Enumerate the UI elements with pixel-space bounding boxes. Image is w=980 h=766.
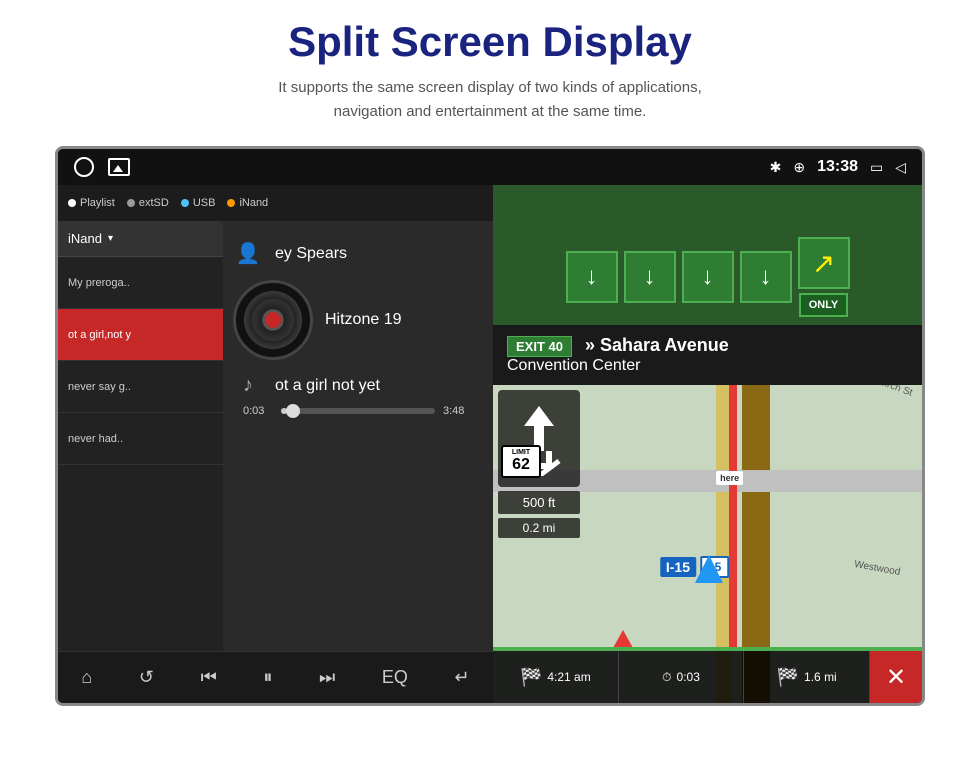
window-icon: ▭	[870, 159, 883, 176]
distance-0-2: 0.2 mi	[498, 518, 580, 538]
sign-only-box: ONLY	[799, 293, 849, 317]
dot-usb	[181, 199, 189, 207]
left-body: iNand ▾ My preroga.. ot a girl,not y	[58, 221, 493, 651]
exit-text: EXIT 40 » Sahara Avenue	[507, 335, 908, 357]
page-wrapper: Split Screen Display It supports the sam…	[0, 0, 980, 766]
diagonal-arrow-icon: ↗	[812, 247, 835, 280]
dropdown-arrow-icon: ▾	[108, 233, 113, 244]
home-button[interactable]: ⌂	[73, 663, 100, 692]
nav-bottom-bar: 🏁 4:21 am ⏱ 0:03 🏁 1.6 mi ✕	[493, 651, 922, 703]
controls-bar: ⌂ ↺ ⏮ ⏸ ⏭ EQ ↵	[58, 651, 493, 703]
source-bar: Playlist extSD USB iNand	[58, 185, 493, 221]
dot-inand	[227, 199, 235, 207]
exit-number: EXIT 40	[507, 336, 572, 357]
status-time: 13:38	[817, 158, 858, 176]
progress-area: 0:03 3:48	[233, 405, 483, 417]
flag2-icon: 🏁	[777, 667, 799, 688]
distance-box: 500 ft	[498, 491, 580, 514]
exit-subname: Convention Center	[507, 357, 908, 375]
artist-name: ey Spears	[275, 245, 347, 263]
music-player: 👤 ey Spears Hitzone 19	[223, 221, 493, 651]
dot-extsd	[127, 199, 135, 207]
sign-arrow-down-1: ↓	[566, 251, 618, 303]
clock-icon: ⏱	[662, 670, 671, 685]
sign-arrow-diagonal: ↗	[798, 237, 850, 289]
right-panel: Birch St Westwood here ↓ ↓ ↓ ↓	[493, 185, 922, 703]
speed-limit-number: 62	[503, 456, 539, 474]
car-triangle-icon	[695, 555, 723, 583]
source-extsd[interactable]: extSD	[127, 197, 169, 209]
time-total: 3:48	[443, 405, 473, 417]
back-icon: ◁	[895, 159, 906, 176]
sign-arrow-down-2: ↓	[624, 251, 676, 303]
track-row: ♪ ot a girl not yet	[233, 374, 483, 397]
status-bar: ✱ ⊕ 13:38 ▭ ◁	[58, 149, 922, 185]
nav-pointer	[613, 630, 633, 648]
page-title: Split Screen Display	[288, 18, 692, 66]
person-icon: 👤	[233, 241, 263, 266]
time-current: 0:03	[243, 405, 273, 417]
list-item[interactable]: ot a girl,not y	[58, 309, 223, 361]
progress-bar-container: 0:03 3:48	[243, 405, 473, 417]
eq-button[interactable]: EQ	[374, 663, 416, 692]
next-button[interactable]: ⏭	[311, 663, 343, 692]
back-button[interactable]: ↵	[447, 663, 478, 692]
source-playlist[interactable]: Playlist	[68, 197, 115, 209]
cd-disc	[233, 280, 313, 360]
left-panel: Playlist extSD USB iNand	[58, 185, 493, 703]
track-info: 👤 ey Spears Hitzone 19	[233, 241, 483, 397]
album-name: Hitzone 19	[325, 311, 402, 329]
exit-banner: EXIT 40 » Sahara Avenue Convention Cente…	[493, 325, 922, 385]
nav-remaining-distance: 🏁 1.6 mi	[744, 651, 870, 703]
here-logo: here	[716, 471, 743, 485]
repeat-button[interactable]: ↺	[131, 663, 162, 692]
nav-signs-top: ↓ ↓ ↓ ↓ ↗ ONLY	[493, 185, 922, 325]
list-item[interactable]: My preroga..	[58, 257, 223, 309]
playlist-header[interactable]: iNand ▾	[58, 221, 223, 257]
status-right: ✱ ⊕ 13:38 ▭ ◁	[770, 158, 906, 176]
playlist-sidebar: iNand ▾ My preroga.. ot a girl,not y	[58, 221, 223, 651]
dot-playlist	[68, 199, 76, 207]
nav-close-button[interactable]: ✕	[870, 651, 922, 703]
track-title: ot a girl not yet	[275, 377, 380, 395]
nav-elapsed-time: ⏱ 0:03	[619, 651, 745, 703]
artist-row: 👤 ey Spears	[233, 241, 483, 266]
playlist-title: iNand	[68, 231, 102, 246]
source-usb[interactable]: USB	[181, 197, 216, 209]
status-circle-icon	[74, 157, 94, 177]
device-frame: ✱ ⊕ 13:38 ▭ ◁ Playlist extSD	[55, 146, 925, 706]
exit-name: » Sahara Avenue	[585, 335, 729, 355]
cd-center	[265, 312, 281, 328]
nav-arrival-time: 🏁 4:21 am	[493, 651, 619, 703]
list-item[interactable]: never say g..	[58, 361, 223, 413]
main-content: Playlist extSD USB iNand	[58, 185, 922, 703]
playlist-items: My preroga.. ot a girl,not y never say g…	[58, 257, 223, 651]
sign-arrow-down-4: ↓	[740, 251, 792, 303]
pause-button[interactable]: ⏸	[255, 663, 280, 692]
speed-limit-sign: LIMIT 62	[501, 445, 541, 478]
nav-map: Birch St Westwood here ↓ ↓ ↓ ↓	[493, 185, 922, 703]
nav-car	[695, 555, 723, 583]
status-image-icon	[108, 158, 130, 176]
flag-icon: 🏁	[520, 667, 542, 688]
source-inand[interactable]: iNand	[227, 197, 268, 209]
bluetooth-icon: ✱	[770, 159, 782, 176]
i15-text: I-15	[660, 557, 696, 577]
page-subtitle: It supports the same screen display of t…	[278, 76, 702, 124]
status-left	[74, 157, 130, 177]
location-icon: ⊕	[793, 159, 805, 176]
green-signs-row: ↓ ↓ ↓ ↓ ↗ ONLY	[493, 229, 922, 325]
speed-limit-label: LIMIT	[503, 449, 539, 456]
prev-button[interactable]: ⏮	[193, 663, 225, 692]
progress-bar[interactable]	[281, 408, 435, 414]
list-item[interactable]: never had..	[58, 413, 223, 465]
speed-limit-box: LIMIT 62	[501, 445, 541, 478]
progress-thumb	[286, 404, 300, 418]
album-row: Hitzone 19	[233, 280, 483, 360]
sign-arrow-down-3: ↓	[682, 251, 734, 303]
music-icon: ♪	[233, 374, 263, 397]
